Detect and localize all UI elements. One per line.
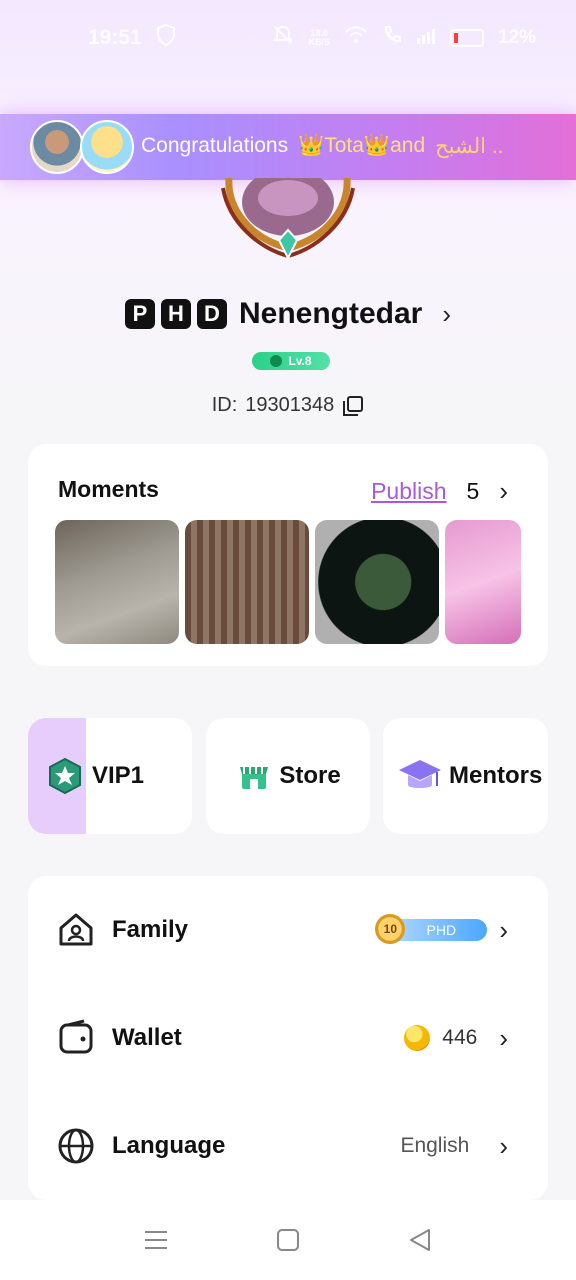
user-id-row: ID: 19301348 bbox=[0, 394, 576, 417]
menu-item-family[interactable]: Family 10 PHD › bbox=[28, 876, 548, 984]
call-icon bbox=[382, 25, 402, 51]
net-speed-unit: KB/S bbox=[308, 37, 330, 47]
family-badge-text: PHD bbox=[426, 922, 457, 938]
net-speed: 18.0 KB/S bbox=[308, 29, 330, 47]
home-icon[interactable] bbox=[275, 1227, 301, 1253]
vip-label: VIP1 bbox=[92, 762, 145, 789]
language-current: English bbox=[400, 1134, 470, 1157]
moments-count: 5 bbox=[466, 478, 480, 504]
status-bar: 19:51 18.0 KB/S 12% bbox=[0, 0, 576, 76]
moments-actions: Publish 5 › bbox=[371, 476, 508, 507]
banner-avatar-1 bbox=[30, 120, 84, 174]
battery-level: 12% bbox=[497, 27, 536, 48]
family-value: 10 PHD › bbox=[375, 914, 508, 946]
store-label: Store bbox=[279, 762, 341, 789]
graduation-cap-icon bbox=[397, 756, 443, 796]
badge-letter-h: H bbox=[160, 299, 191, 329]
moment-thumbnail[interactable] bbox=[55, 520, 179, 644]
chevron-right-icon[interactable]: › bbox=[499, 476, 508, 507]
system-nav-bar bbox=[0, 1200, 576, 1280]
chevron-right-icon: › bbox=[499, 1130, 508, 1161]
family-level: 10 bbox=[375, 914, 406, 944]
language-label: Language bbox=[112, 1132, 226, 1159]
status-icons: 18.0 KB/S 12% bbox=[272, 24, 536, 52]
mute-icon bbox=[272, 24, 294, 52]
store-icon bbox=[235, 757, 273, 795]
chevron-right-icon: › bbox=[442, 298, 452, 329]
banner-avatar-2 bbox=[80, 120, 134, 174]
moments-title: Moments bbox=[58, 476, 159, 502]
menu-icon[interactable] bbox=[143, 1227, 169, 1253]
menu-item-wallet[interactable]: Wallet 446 › bbox=[28, 984, 548, 1092]
family-label: Family bbox=[112, 916, 189, 943]
moment-thumbnail[interactable] bbox=[185, 520, 309, 644]
wallet-balance: 446 bbox=[442, 1026, 478, 1049]
badge-letter-d: D bbox=[196, 299, 227, 329]
menu-list: Family 10 PHD › Wallet 446 › Language En… bbox=[28, 876, 548, 1200]
wallet-value: 446 › bbox=[404, 1023, 508, 1054]
coin-icon bbox=[404, 1025, 431, 1051]
battery-icon bbox=[449, 29, 484, 47]
chevron-right-icon: › bbox=[499, 914, 508, 945]
copy-icon[interactable] bbox=[342, 395, 364, 417]
congratulations-banner[interactable]: Congratulations 👑Tota👑and الشبح .. bbox=[0, 114, 576, 180]
vip-icon bbox=[46, 757, 84, 795]
chevron-right-icon: › bbox=[499, 1022, 508, 1053]
vip-button[interactable]: VIP1 bbox=[28, 718, 192, 834]
profile-name: Nenengtedar bbox=[238, 297, 423, 330]
profile-name-row[interactable]: P H D Nenengtedar › bbox=[0, 292, 576, 336]
family-icon bbox=[56, 910, 96, 950]
wallet-icon bbox=[56, 1018, 96, 1058]
wifi-icon bbox=[344, 26, 368, 50]
banner-text: Congratulations 👑Tota👑and الشبح .. bbox=[141, 134, 504, 159]
moments-card: Moments Publish 5 › bbox=[28, 444, 548, 666]
signal-icon bbox=[416, 27, 436, 50]
badge-letter-p: P bbox=[124, 299, 155, 329]
banner-names: 👑Tota👑and bbox=[298, 134, 426, 157]
avatar-frame[interactable] bbox=[219, 168, 357, 261]
level-badge: Lv.8 bbox=[252, 352, 330, 370]
moment-thumbnail[interactable] bbox=[315, 520, 439, 644]
id-value: 19301348 bbox=[245, 394, 335, 416]
wallet-label: Wallet bbox=[112, 1024, 182, 1051]
level-icon bbox=[270, 355, 283, 367]
moment-thumbnail[interactable] bbox=[445, 520, 521, 644]
moments-thumbnails bbox=[55, 520, 521, 644]
menu-item-language[interactable]: Language English › bbox=[28, 1092, 548, 1200]
shield-icon bbox=[156, 23, 176, 52]
back-icon[interactable] bbox=[407, 1227, 433, 1253]
mentors-button[interactable]: Mentors bbox=[383, 718, 548, 834]
globe-icon bbox=[56, 1126, 96, 1166]
publish-link[interactable]: Publish bbox=[371, 478, 446, 505]
mentors-label: Mentors bbox=[449, 762, 543, 789]
id-label: ID: bbox=[211, 394, 238, 416]
store-button[interactable]: Store bbox=[206, 718, 370, 834]
language-value: English › bbox=[400, 1131, 508, 1162]
level-text: Lv.8 bbox=[288, 354, 312, 368]
banner-arabic-name: الشبح .. bbox=[435, 135, 504, 158]
status-time: 19:51 bbox=[88, 26, 142, 49]
family-badge: 10 PHD bbox=[375, 914, 488, 944]
banner-congrats: Congratulations bbox=[141, 134, 289, 157]
